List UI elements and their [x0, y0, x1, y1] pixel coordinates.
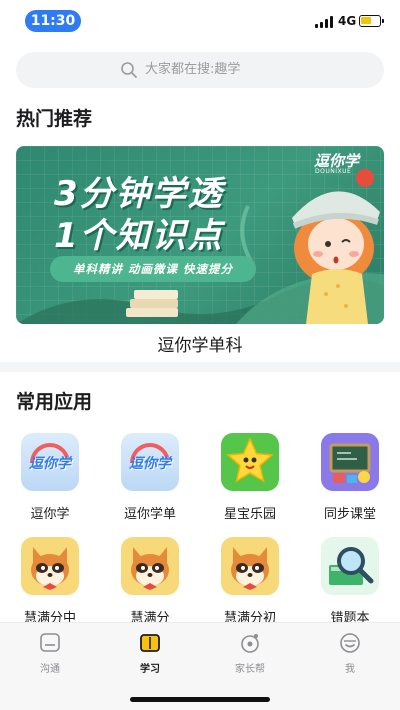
app-label: 逗你学单 [123, 507, 176, 522]
app-label: 逗你学 [30, 507, 70, 522]
tab-study[interactable]: 学习 [100, 631, 200, 675]
magnifier-book-icon [321, 537, 379, 595]
fox-icon [221, 537, 279, 595]
app-huimanfen-junior[interactable]: 慧满分初 [210, 537, 290, 626]
search-bar[interactable]: 大家都在搜:趣学 [16, 52, 384, 88]
section-divider [0, 362, 400, 372]
banner-tagline: 单科精讲 动画微课 快速提分 [50, 256, 256, 282]
app-wrong-questions[interactable]: 错题本 [310, 537, 390, 626]
search-placeholder: 大家都在搜:趣学 [145, 62, 241, 77]
helper-icon [238, 631, 262, 655]
battery-icon [359, 15, 384, 27]
profile-icon [338, 631, 362, 655]
app-dounixue-single[interactable]: 逗你学 逗你学单 [110, 433, 190, 522]
app-sync-class[interactable]: 同步课堂 [310, 433, 390, 522]
hot-section-title: 热门推荐 [16, 108, 93, 130]
banner-logo-subtitle: DOUNIXUE [315, 168, 352, 175]
dounixue-icon: 逗你学 [21, 433, 79, 491]
status-bar: 11:30 4G [0, 0, 400, 44]
app-huimanfen-middle[interactable]: 慧满分中 [10, 537, 90, 626]
banner-caption[interactable]: 逗你学单科 [0, 331, 400, 356]
app-huimanfen[interactable]: 慧满分 [110, 537, 190, 626]
promo-banner[interactable]: 逗你学 DOUNIXUE 3分钟学透 1个知识点 单科精讲 动画微课 快速提分 [16, 146, 384, 324]
app-label: 同步课堂 [323, 507, 376, 522]
signal-icon [315, 16, 333, 28]
banner-pagination[interactable] [198, 316, 225, 324]
book-icon [138, 631, 162, 655]
classroom-icon [321, 433, 379, 491]
network-type: 4G [338, 14, 357, 28]
dounixue-single-icon: 逗你学 [121, 433, 179, 491]
tab-parent-help[interactable]: 家长帮 [200, 631, 300, 675]
status-time: 11:30 [25, 10, 81, 32]
apps-section-title: 常用应用 [16, 391, 93, 413]
home-indicator [130, 697, 270, 702]
fox-icon [121, 537, 179, 595]
app-label: 星宝乐园 [223, 507, 276, 522]
app-xingbao[interactable]: 星宝乐园 [210, 433, 290, 522]
tab-chat[interactable]: 沟通 [0, 631, 100, 675]
app-dounixue[interactable]: 逗你学 逗你学 [10, 433, 90, 522]
search-icon [121, 62, 137, 78]
fox-icon [21, 537, 79, 595]
star-icon [221, 433, 279, 491]
chat-icon [38, 631, 62, 655]
banner-headline-2: 1个知识点 [54, 216, 224, 256]
tab-me[interactable]: 我 [300, 631, 400, 675]
